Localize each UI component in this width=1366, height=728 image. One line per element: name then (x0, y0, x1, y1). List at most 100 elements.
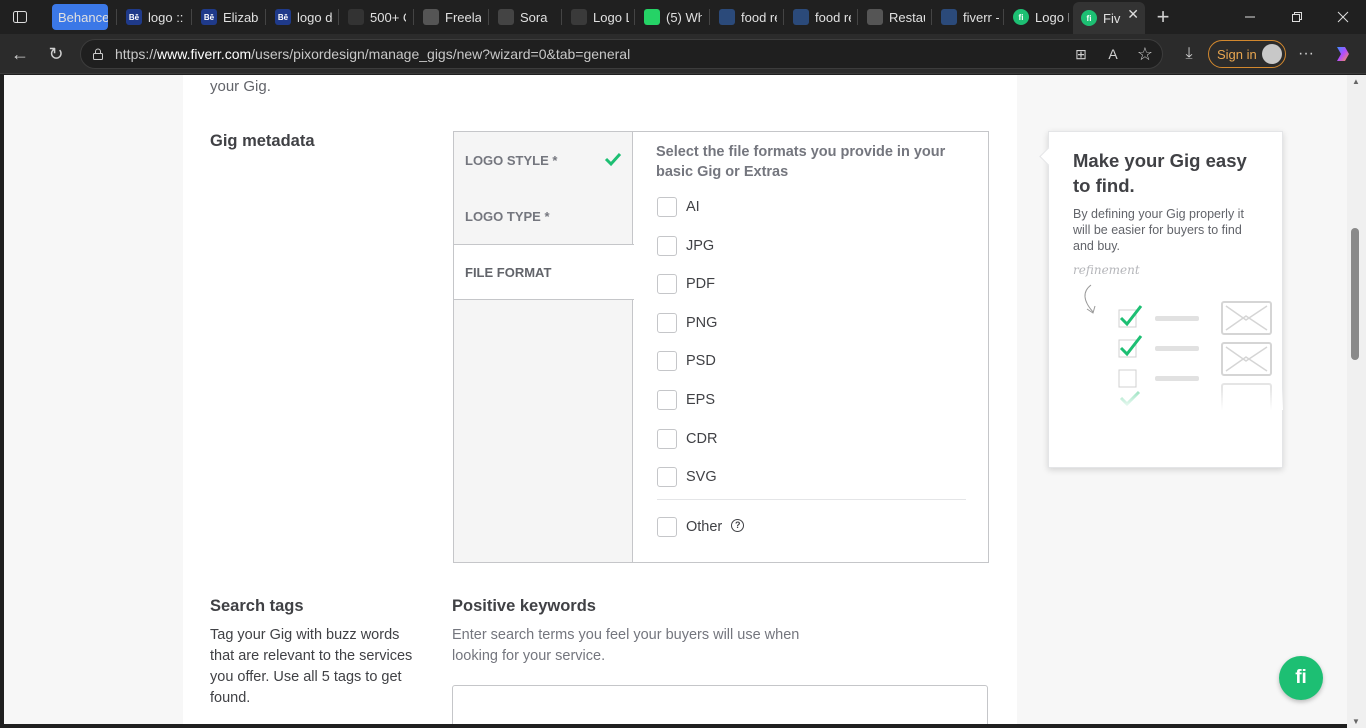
refresh-button[interactable]: ↻ (42, 40, 70, 68)
cdr-checkbox[interactable] (657, 428, 677, 449)
tab-separator (265, 9, 266, 25)
search-tags-description: Tag your Gig with buzz words that are re… (210, 627, 413, 706)
sign-in-label: Sign in (1217, 46, 1257, 62)
minimize-button[interactable] (1236, 3, 1264, 31)
scroll-up-arrow[interactable]: ▲ (1352, 77, 1360, 86)
tab-separator (634, 9, 635, 25)
copilot-icon[interactable] (1329, 40, 1357, 68)
scroll-down-arrow[interactable]: ▼ (1352, 717, 1360, 726)
option-ai[interactable]: AI (657, 197, 700, 217)
behance-icon: Bē (126, 9, 142, 25)
tab-separator (857, 9, 858, 25)
option-label: SVG (686, 469, 717, 486)
browser-tab[interactable]: Restaur (859, 4, 925, 30)
play-icon (498, 9, 514, 25)
browser-tab[interactable]: Logo La (563, 4, 629, 30)
page-scrollbar[interactable]: ▲ ▼ (1347, 75, 1366, 728)
search-icon (793, 9, 809, 25)
option-png[interactable]: PNG (657, 312, 717, 333)
browser-toolbar: ← ↻ https://www.fiverr.com/users/pixorde… (0, 34, 1366, 74)
svg-checkbox[interactable] (657, 467, 677, 488)
favorite-star-icon[interactable]: ☆ (1131, 40, 1159, 68)
tab-label: 500+ C (370, 9, 406, 25)
ai-checkbox[interactable] (657, 197, 677, 217)
option-label: JPG (686, 237, 715, 254)
browser-tab[interactable]: food re (785, 4, 851, 30)
url-prefix: https:// (115, 46, 158, 62)
browser-tab[interactable]: Bē logo :: E (118, 4, 184, 30)
browser-tab[interactable]: food re (711, 4, 777, 30)
psd-checkbox[interactable] (657, 351, 677, 372)
behance-icon: Bē (201, 9, 217, 25)
tab-separator (413, 9, 414, 25)
tab-separator (931, 9, 932, 25)
tab-active[interactable]: fi Fiv ✕ (1073, 2, 1145, 34)
scrollbar-thumb[interactable] (1351, 228, 1359, 360)
fiverr-icon: fi (1081, 10, 1097, 26)
tab-logo-style[interactable]: LOGO STYLE * (454, 132, 633, 188)
metadata-tab-list: LOGO STYLE * LOGO TYPE * FILE FORMAT (454, 132, 634, 562)
restore-button[interactable] (1283, 3, 1311, 31)
tab-file-format[interactable]: FILE FORMAT (454, 244, 634, 300)
read-aloud-icon[interactable]: A (1099, 40, 1127, 68)
option-pdf[interactable]: PDF (657, 274, 715, 295)
positive-keywords-description: Enter search terms you feel your buyers … (452, 627, 800, 664)
fiverr-chat-button[interactable]: fi (1279, 656, 1323, 700)
jpg-checkbox[interactable] (657, 235, 677, 256)
whatsapp-icon (644, 9, 660, 25)
browser-tab[interactable]: Sora (490, 4, 556, 30)
option-other[interactable]: Other ? (657, 517, 745, 537)
option-psd[interactable]: PSD (657, 351, 716, 372)
pdf-checkbox[interactable] (657, 274, 677, 295)
options-divider (657, 499, 966, 500)
browser-tab[interactable]: Bē logo de (267, 4, 333, 30)
fiverr-icon: fi (1013, 9, 1029, 25)
browser-tab[interactable]: 500+ C (340, 4, 406, 30)
new-tab-button[interactable]: + (1149, 3, 1177, 31)
logo-icon (571, 9, 587, 25)
address-bar[interactable]: https://www.fiverr.com/users/pixordesign… (80, 39, 1163, 69)
behance-icon: Bē (275, 9, 291, 25)
lock-icon (91, 47, 105, 64)
downloads-icon[interactable]: ⤓ (1175, 40, 1203, 68)
help-icon[interactable]: ? (731, 518, 745, 532)
sign-in-button[interactable]: Sign in (1208, 40, 1286, 68)
tab-label: food re (815, 9, 851, 25)
browser-tab[interactable]: fiverr - (933, 4, 999, 30)
openai-icon (423, 9, 439, 25)
tab-separator (116, 9, 117, 25)
tab-separator (561, 9, 562, 25)
close-tab-icon[interactable]: ✕ (1127, 6, 1139, 23)
tip-body: By defining your Gig properly it will be… (1073, 207, 1244, 253)
url-path: /users/pixordesign/manage_gigs/new?wizar… (251, 46, 631, 62)
other-checkbox[interactable] (657, 517, 677, 537)
tab-label: Logo D (1035, 9, 1069, 25)
browser-tab[interactable]: Freelan (415, 4, 481, 30)
option-jpg[interactable]: JPG (657, 235, 715, 256)
app-available-icon[interactable]: ⊞ (1067, 40, 1095, 68)
tab-label: Behance (58, 9, 108, 25)
file-format-question: Select the file formats you provide in y… (656, 144, 946, 180)
tab-actions-icon[interactable] (6, 3, 34, 31)
more-options-icon[interactable]: ··· (1292, 40, 1320, 68)
browser-tab[interactable]: Bē Elizabet (193, 4, 259, 30)
tab-separator (1003, 9, 1004, 25)
option-eps[interactable]: EPS (657, 390, 715, 410)
browser-tab-bar: Behance Bē logo :: E Bē Elizabet Bē logo de 500… (0, 0, 1366, 34)
back-button[interactable]: ← (6, 40, 34, 68)
tab-separator (191, 9, 192, 25)
png-checkbox[interactable] (657, 312, 677, 333)
close-window-button[interactable] (1329, 3, 1357, 31)
browser-tab[interactable]: fi Logo D (1005, 4, 1069, 30)
check-icon (604, 151, 622, 170)
option-svg[interactable]: SVG (657, 467, 717, 488)
tab-label: food re (741, 9, 777, 25)
browser-tab[interactable]: Behance (52, 4, 108, 30)
option-cdr[interactable]: CDR (657, 428, 717, 449)
tab-label: Freelan (445, 9, 481, 25)
browser-tab[interactable]: (5) Wha (636, 4, 702, 30)
tab-logo-type[interactable]: LOGO TYPE * (454, 188, 633, 244)
eps-checkbox[interactable] (657, 390, 677, 410)
option-label: PDF (686, 276, 715, 293)
keywords-input[interactable] (452, 685, 988, 724)
